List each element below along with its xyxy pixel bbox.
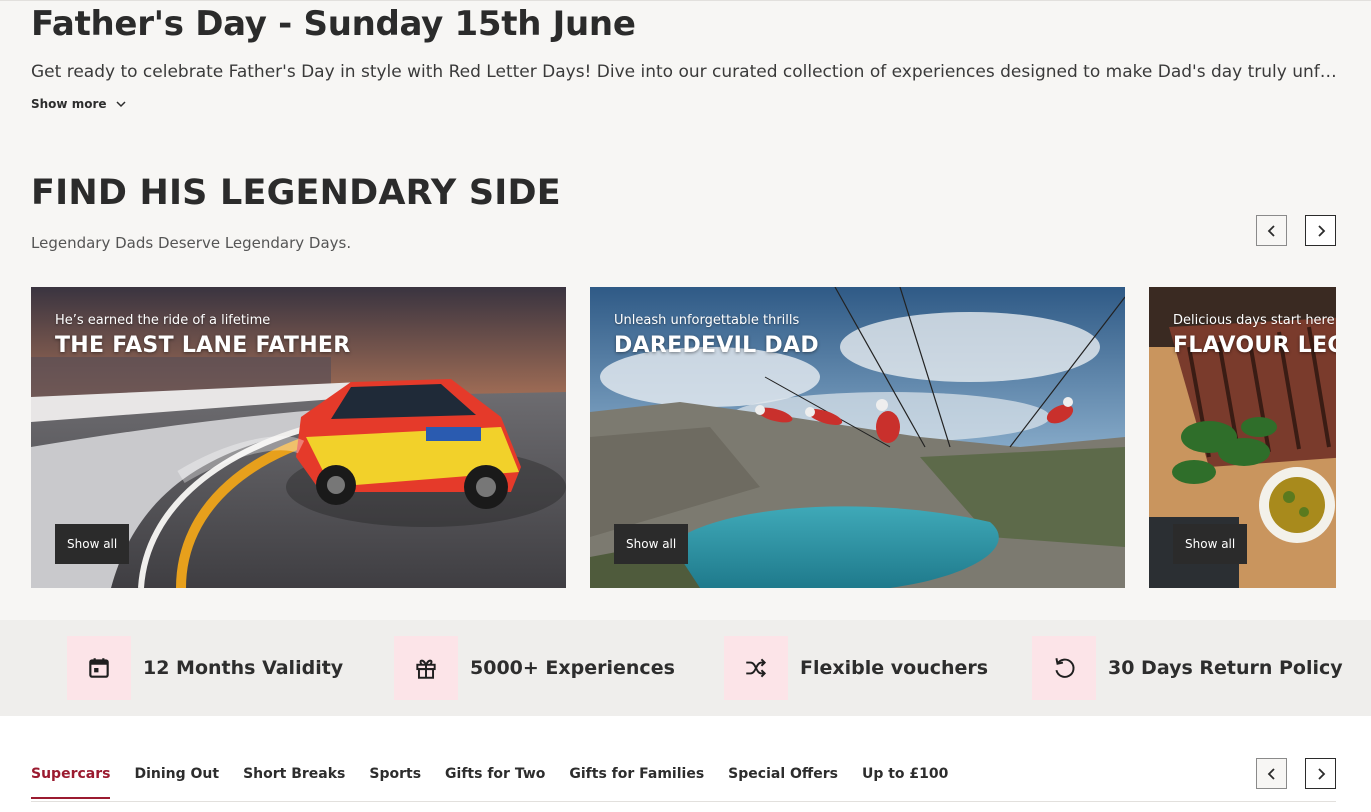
card-title: DAREDEVIL DAD — [614, 333, 819, 358]
carousel-card[interactable]: He’s earned the ride of a lifetime THE F… — [31, 287, 566, 588]
card-eyebrow: Unleash unforgettable thrills — [614, 313, 800, 328]
page-title: Father's Day - Sunday 15th June — [31, 4, 636, 44]
card-eyebrow: He’s earned the ride of a lifetime — [55, 313, 271, 328]
usp-bar: 12 Months Validity 5000+ Experiences Fle… — [0, 620, 1371, 716]
card-title: FLAVOUR LEGEND — [1173, 333, 1336, 358]
show-all-button[interactable]: Show all — [614, 524, 689, 564]
carousel-card[interactable]: Delicious days start here FLAVOUR LEGEND… — [1149, 287, 1336, 588]
usp-item: Flexible vouchers — [724, 636, 988, 700]
show-all-button[interactable]: Show all — [55, 524, 130, 564]
section-subtitle: Legendary Dads Deserve Legendary Days. — [31, 234, 352, 252]
usp-icon-box — [724, 636, 788, 700]
category-tabs: Supercars Dining Out Short Breaks Sports… — [31, 766, 948, 799]
usp-label: Flexible vouchers — [800, 657, 989, 679]
chevron-right-icon — [1317, 224, 1325, 237]
category-tabs-section: Supercars Dining Out Short Breaks Sports… — [0, 716, 1371, 812]
show-more-label: Show more — [31, 97, 107, 111]
show-all-button[interactable]: Show all — [1173, 524, 1248, 564]
show-more-button[interactable]: Show more — [31, 97, 127, 111]
tabs-divider — [31, 801, 1336, 802]
usp-item: 12 Months Validity — [67, 636, 343, 700]
page-description: Get ready to celebrate Father's Day in s… — [31, 62, 1341, 82]
tab-supercars[interactable]: Supercars — [31, 766, 111, 799]
chevron-left-icon — [1267, 224, 1275, 237]
usp-label: 30 Days Return Policy — [1108, 657, 1343, 679]
chevron-right-icon — [1317, 767, 1325, 780]
section-title: FIND HIS LEGENDARY SIDE — [31, 173, 561, 213]
chevron-left-icon — [1267, 767, 1275, 780]
usp-label: 5000+ Experiences — [470, 657, 675, 679]
usp-icon-box — [1032, 636, 1096, 700]
tab-short-breaks[interactable]: Short Breaks — [243, 766, 345, 799]
tab-dining-out[interactable]: Dining Out — [134, 766, 219, 799]
tab-gifts-for-families[interactable]: Gifts for Families — [569, 766, 704, 799]
gift-icon — [416, 659, 436, 679]
tabs-next-button[interactable] — [1305, 758, 1336, 789]
tab-special-offers[interactable]: Special Offers — [728, 766, 838, 799]
shuffle-icon — [746, 658, 767, 678]
carousel-card[interactable]: Unleash unforgettable thrills DAREDEVIL … — [590, 287, 1125, 588]
return-icon — [1055, 658, 1075, 678]
chevron-down-icon — [115, 101, 126, 108]
usp-icon-box — [394, 636, 458, 700]
card-title: THE FAST LANE FATHER — [55, 333, 351, 358]
tab-gifts-for-two[interactable]: Gifts for Two — [445, 766, 545, 799]
card-eyebrow: Delicious days start here — [1173, 313, 1335, 328]
usp-label: 12 Months Validity — [143, 657, 344, 679]
tab-sports[interactable]: Sports — [369, 766, 421, 799]
top-divider — [0, 0, 1371, 1]
carousel-prev-button[interactable] — [1256, 215, 1287, 246]
usp-item: 5000+ Experiences — [394, 636, 675, 700]
usp-icon-box — [67, 636, 131, 700]
carousel-next-button[interactable] — [1305, 215, 1336, 246]
experience-carousel: He’s earned the ride of a lifetime THE F… — [31, 287, 1336, 588]
usp-item: 30 Days Return Policy — [1032, 636, 1343, 700]
calendar-icon — [89, 658, 109, 678]
tab-up-to-100[interactable]: Up to £100 — [862, 766, 948, 799]
tabs-prev-button[interactable] — [1256, 758, 1287, 789]
